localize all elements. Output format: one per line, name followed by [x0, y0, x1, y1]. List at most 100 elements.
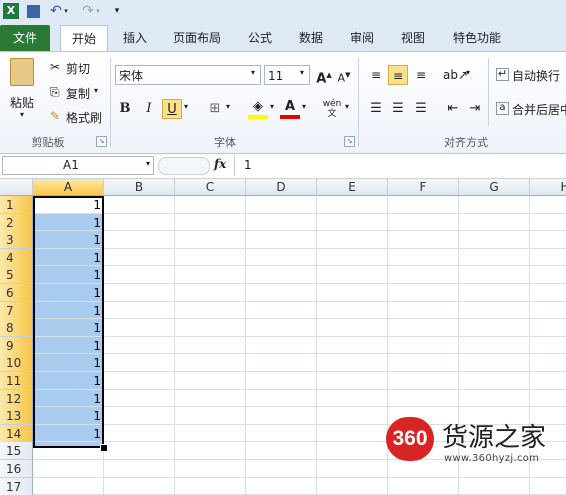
- row-header[interactable]: 16: [0, 460, 33, 478]
- insert-function-icon[interactable]: fx: [214, 157, 226, 171]
- font-color-icon[interactable]: A: [280, 98, 300, 119]
- underline-dropdown-icon[interactable]: ▾: [184, 102, 188, 111]
- font-launcher-icon[interactable]: ↘: [344, 136, 355, 147]
- align-right-icon[interactable]: ☰: [411, 99, 431, 119]
- wrap-text-button[interactable]: 自动换行: [512, 67, 560, 84]
- gridline: [33, 353, 566, 355]
- row-header[interactable]: 1: [0, 196, 33, 214]
- redo-dropdown-icon[interactable]: ▾: [94, 3, 102, 19]
- tab-formulas[interactable]: 公式: [240, 26, 280, 50]
- row-header[interactable]: 15: [0, 442, 33, 461]
- name-box[interactable]: A1 ▾: [2, 156, 154, 175]
- gridline: [33, 300, 566, 302]
- cut-button[interactable]: 剪切: [66, 60, 90, 77]
- tab-home[interactable]: 开始: [60, 25, 108, 52]
- select-all-corner[interactable]: [0, 179, 33, 196]
- tab-file[interactable]: 文件: [0, 25, 50, 51]
- gridline: [33, 230, 566, 232]
- save-icon[interactable]: [27, 5, 40, 18]
- row-header[interactable]: 3: [0, 231, 33, 250]
- column-header-d[interactable]: D: [246, 179, 317, 196]
- grow-font-icon[interactable]: A▲: [314, 65, 334, 87]
- phonetic-guide-icon[interactable]: wén 文: [322, 99, 342, 119]
- fill-color-dropdown-icon[interactable]: ▾: [270, 102, 274, 111]
- merge-center-button[interactable]: 合并后居中: [512, 101, 566, 118]
- row-header[interactable]: 6: [0, 284, 33, 302]
- tab-review[interactable]: 审阅: [342, 26, 382, 50]
- name-box-value: A1: [63, 158, 79, 172]
- gridline: [316, 196, 317, 495]
- row-header[interactable]: 7: [0, 301, 33, 320]
- name-box-dropdown-icon[interactable]: ▾: [146, 159, 150, 168]
- formula-input[interactable]: 1: [234, 155, 566, 176]
- font-size-dropdown-icon[interactable]: ▾: [300, 68, 304, 77]
- row-header[interactable]: 5: [0, 266, 33, 285]
- font-name-select[interactable]: 宋体: [115, 65, 261, 85]
- clipboard-launcher-icon[interactable]: ↘: [96, 136, 107, 147]
- row-header[interactable]: 4: [0, 248, 33, 267]
- increase-indent-icon[interactable]: ⇥: [465, 99, 485, 119]
- format-painter-button[interactable]: 格式刷: [66, 109, 102, 126]
- row-header[interactable]: 10: [0, 354, 33, 373]
- row-header[interactable]: 11: [0, 372, 33, 390]
- align-center-icon[interactable]: ☰: [388, 99, 408, 119]
- orientation-icon[interactable]: ab↗: [443, 65, 468, 85]
- row-header[interactable]: 9: [0, 336, 33, 355]
- underline-button[interactable]: U: [162, 99, 182, 119]
- row-header[interactable]: 8: [0, 319, 33, 338]
- tab-insert[interactable]: 插入: [115, 26, 155, 50]
- align-left-icon[interactable]: ☰: [366, 99, 386, 119]
- align-top-icon[interactable]: ≡: [366, 65, 386, 85]
- paste-button[interactable]: 粘贴: [10, 94, 34, 111]
- row-header[interactable]: 17: [0, 477, 33, 495]
- bold-button[interactable]: B: [115, 99, 135, 119]
- grow-font-label: A: [316, 71, 327, 87]
- paste-icon[interactable]: [10, 58, 34, 86]
- column-header-h[interactable]: H: [530, 179, 566, 196]
- orientation-dropdown-icon[interactable]: ▾: [466, 68, 470, 77]
- gridline: [33, 212, 566, 214]
- font-name-dropdown-icon[interactable]: ▾: [251, 68, 255, 77]
- tab-view[interactable]: 视图: [393, 26, 433, 50]
- column-header-c[interactable]: C: [175, 179, 246, 196]
- gridline: [33, 335, 566, 337]
- row-header[interactable]: 12: [0, 389, 33, 408]
- row-header[interactable]: 14: [0, 424, 33, 443]
- copy-button[interactable]: 复制: [66, 85, 90, 102]
- align-middle-icon[interactable]: ≡: [388, 65, 408, 85]
- column-header-e[interactable]: E: [317, 179, 388, 196]
- clipboard-group-label: 剪贴板: [31, 136, 65, 149]
- decrease-indent-icon[interactable]: ⇤: [443, 99, 463, 119]
- align-bottom-icon[interactable]: ≡: [411, 65, 431, 85]
- row-header[interactable]: 13: [0, 407, 33, 426]
- column-header-a[interactable]: A: [33, 179, 104, 196]
- tab-page-layout[interactable]: 页面布局: [168, 26, 226, 50]
- gridline: [387, 196, 388, 495]
- customize-qat-icon[interactable]: ▾: [112, 3, 122, 19]
- formula-value: 1: [244, 158, 252, 172]
- watermark-360-logo: 360: [386, 417, 434, 461]
- copy-dropdown-icon[interactable]: ▾: [94, 86, 98, 95]
- paste-dropdown-icon[interactable]: ▾: [20, 110, 24, 119]
- wrap-text-icon: ↵: [496, 67, 509, 81]
- font-color-dropdown-icon[interactable]: ▾: [302, 102, 306, 111]
- fill-handle[interactable]: [100, 444, 108, 452]
- tab-data[interactable]: 数据: [291, 26, 331, 50]
- italic-button[interactable]: I: [139, 99, 159, 119]
- column-header-b[interactable]: B: [104, 179, 175, 196]
- worksheet-grid[interactable]: A B C D E F G H 1 1 2 1 3 1 4 1 5 1 6 1 7 1 8 1 9 1 10 1 11 1…: [0, 179, 566, 495]
- borders-dropdown-icon[interactable]: ▾: [226, 102, 230, 111]
- column-header-g[interactable]: G: [459, 179, 530, 196]
- font-group-label: 字体: [214, 136, 236, 149]
- formula-bar-resize-handle[interactable]: [158, 157, 210, 175]
- column-header-f[interactable]: F: [388, 179, 459, 196]
- undo-dropdown-icon[interactable]: ▾: [62, 3, 70, 19]
- tab-special-features[interactable]: 特色功能: [446, 26, 508, 50]
- phonetic-dropdown-icon[interactable]: ▾: [345, 102, 349, 111]
- gridline: [33, 318, 566, 320]
- row-header[interactable]: 2: [0, 213, 33, 232]
- shrink-font-icon[interactable]: A▼: [334, 65, 354, 85]
- gridline: [174, 196, 175, 495]
- fill-color-icon[interactable]: ◈: [248, 98, 268, 119]
- borders-icon[interactable]: ⊞: [205, 99, 225, 119]
